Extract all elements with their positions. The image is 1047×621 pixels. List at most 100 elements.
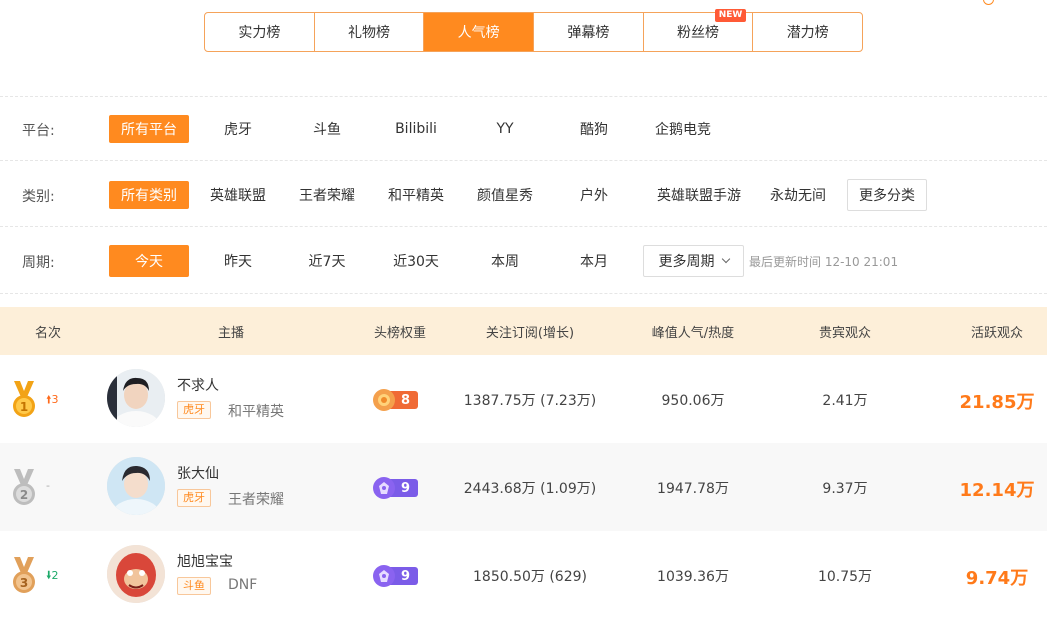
follow-value: 1387.75万 (7.23万) — [463, 393, 597, 409]
period-option-month[interactable]: 本月 — [554, 247, 634, 275]
category-option-hok[interactable]: 王者荣耀 — [287, 181, 367, 209]
divider — [0, 160, 1047, 161]
category-option-show[interactable]: 颜值星秀 — [465, 181, 545, 209]
period-option-today[interactable]: 今天 — [109, 245, 189, 277]
table-row[interactable]: 2 - 张大仙 虎牙 王者荣耀 9 2443.68万 (1.09万) 1947.… — [0, 443, 1047, 531]
header-follow: 关注订阅(增长) — [485, 326, 575, 341]
platform-tag: 虎牙 — [177, 401, 211, 419]
header-streamer: 主播 — [217, 326, 245, 341]
new-badge: NEW — [714, 9, 747, 22]
divider — [0, 226, 1047, 227]
tab-label: 礼物榜 — [348, 25, 390, 41]
top-right-link[interactable] — [977, 0, 1047, 6]
chevron-down-icon — [721, 254, 730, 264]
avatar-image — [107, 457, 165, 515]
platform-option-bilibili[interactable]: Bilibili — [376, 115, 456, 143]
category-label: 类别: — [22, 189, 55, 205]
weight-badge: 9 — [373, 565, 419, 587]
platform-option-huya[interactable]: 虎牙 — [198, 115, 278, 143]
period-option-yesterday[interactable]: 昨天 — [198, 247, 278, 275]
period-option-7days[interactable]: 近7天 — [287, 247, 367, 275]
info-icon — [983, 0, 994, 5]
category-option-pubgm[interactable]: 和平精英 — [376, 181, 456, 209]
platform-filter-row: 平台: 所有平台 虎牙 斗鱼 Bilibili YY 酷狗 企鹅电竞 — [0, 111, 1047, 147]
vip-value: 10.75万 — [817, 569, 873, 585]
tab-popularity[interactable]: 人气榜 — [424, 13, 535, 51]
peak-value: 950.06万 — [661, 393, 725, 409]
tab-label: 实力榜 — [238, 25, 281, 41]
ranking-tabs: 实力榜 礼物榜 人气榜 弹幕榜 粉丝榜 NEW 潜力榜 — [204, 9, 863, 52]
avatar[interactable] — [107, 457, 165, 515]
vip-value: 2.41万 — [822, 393, 868, 409]
header-rank: 名次 — [34, 326, 62, 341]
category-option-outdoor[interactable]: 户外 — [554, 181, 634, 209]
peak-value: 1947.78万 — [657, 481, 729, 497]
category-option-all[interactable]: 所有类别 — [109, 181, 189, 209]
platform-label: 平台: — [22, 123, 55, 139]
platform-option-yy[interactable]: YY — [465, 115, 545, 143]
avatar-image — [107, 545, 165, 603]
category-option-naraka[interactable]: 永劫无间 — [760, 181, 836, 209]
table-row[interactable]: 3 🠛2 旭旭宝宝 斗鱼 DNF 9 1850.50万 (629) 1039.3… — [0, 531, 1047, 619]
table-header: 名次 主播 头榜权重 关注订阅(增长) 峰值人气/热度 贵宾观众 活跃观众 — [0, 307, 1047, 355]
streamer-name[interactable]: 不求人 — [177, 375, 219, 395]
avatar[interactable] — [107, 369, 165, 427]
follow-value: 2443.68万 (1.09万) — [463, 481, 597, 497]
tab-gift[interactable]: 礼物榜 — [315, 13, 425, 51]
category-text: 王者荣耀 — [228, 492, 284, 508]
period-label: 周期: — [22, 255, 55, 271]
tab-potential[interactable]: 潜力榜 — [753, 13, 862, 51]
silver-medal-icon: 2 — [13, 469, 35, 505]
avatar-image — [107, 369, 165, 427]
category-option-lol[interactable]: 英雄联盟 — [198, 181, 278, 209]
trend-value: 3 — [51, 393, 59, 406]
streamer-name[interactable]: 旭旭宝宝 — [177, 551, 233, 571]
platform-tag: 斗鱼 — [177, 577, 211, 595]
weight-badge: 8 — [373, 389, 419, 411]
more-periods-dropdown[interactable]: 更多周期 — [643, 245, 744, 277]
tab-danmaku[interactable]: 弹幕榜 — [534, 13, 644, 51]
active-value: 9.74万 — [965, 568, 1029, 589]
follow-value: 1850.50万 (629) — [473, 569, 587, 585]
period-option-30days[interactable]: 近30天 — [376, 247, 456, 275]
category-filter-row: 类别: 所有类别 英雄联盟 王者荣耀 和平精英 颜值星秀 户外 英雄联盟手游 永… — [0, 177, 1047, 213]
peak-value: 1039.36万 — [657, 569, 729, 585]
more-categories-button[interactable]: 更多分类 — [847, 179, 927, 211]
rank-trend: 🠙3 — [46, 393, 59, 406]
weight-badge: 9 — [373, 477, 419, 499]
category-text: DNF — [228, 577, 258, 593]
gold-medal-icon: 1 — [13, 381, 35, 417]
category-option-lol-mobile[interactable]: 英雄联盟手游 — [643, 181, 755, 209]
platform-option-all[interactable]: 所有平台 — [109, 115, 189, 143]
active-value: 12.14万 — [959, 480, 1035, 501]
period-filter-row: 周期: 今天 昨天 近7天 近30天 本周 本月 更多周期 最后更新时间 12-… — [0, 243, 1047, 279]
tab-strength[interactable]: 实力榜 — [205, 13, 315, 51]
header-peak: 峰值人气/热度 — [651, 326, 735, 341]
header-vip: 贵宾观众 — [818, 326, 872, 341]
rank-trend: 🠛2 — [46, 569, 59, 582]
streamer-name[interactable]: 张大仙 — [177, 463, 219, 483]
last-updated-text: 最后更新时间 12-10 21:01 — [749, 255, 899, 269]
avatar[interactable] — [107, 545, 165, 603]
category-text: 和平精英 — [228, 404, 284, 420]
medal-rank-number: 2 — [20, 488, 28, 502]
active-value: 21.85万 — [959, 392, 1035, 413]
vip-value: 9.37万 — [822, 481, 868, 497]
medal-rank-number: 1 — [20, 400, 28, 414]
period-option-week[interactable]: 本周 — [465, 247, 545, 275]
platform-tag: 虎牙 — [177, 489, 211, 507]
bronze-medal-icon: 3 — [13, 557, 35, 593]
table-row[interactable]: 1 🠙3 不求人 虎牙 和平精英 8 1387.75万 (7.23万) 950.… — [0, 355, 1047, 443]
header-active: 活跃观众 — [970, 326, 1024, 341]
rank-trend: - — [46, 479, 50, 492]
weight-level-icon — [373, 389, 395, 411]
platform-option-egame[interactable]: 企鹅电竞 — [643, 115, 723, 143]
divider — [0, 293, 1047, 294]
tab-fans[interactable]: 粉丝榜 NEW — [644, 9, 754, 51]
tab-label: 潜力榜 — [786, 25, 829, 41]
weight-level-icon — [373, 477, 395, 499]
tab-label: 弹幕榜 — [567, 25, 610, 41]
platform-option-kugou[interactable]: 酷狗 — [554, 115, 634, 143]
platform-option-douyu[interactable]: 斗鱼 — [287, 115, 367, 143]
medal-rank-number: 3 — [20, 576, 28, 590]
